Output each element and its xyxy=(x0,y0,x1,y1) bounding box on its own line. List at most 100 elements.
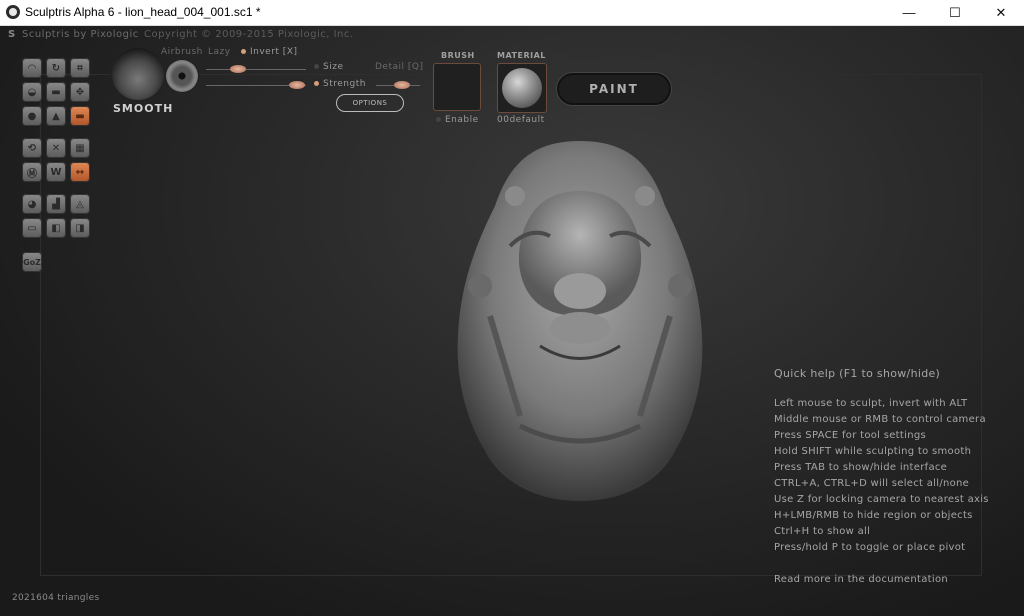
object-icon: ◬ xyxy=(76,198,84,210)
symmetry-tool-button[interactable]: Ⓜ xyxy=(22,162,42,182)
plane-tool-button[interactable]: ▭ xyxy=(22,218,42,238)
goz-label: GoZ xyxy=(23,257,41,267)
material-preview-sphere xyxy=(502,68,542,108)
quick-help-title: Quick help (F1 to show/hide) xyxy=(774,367,941,380)
rotate-icon: ↻ xyxy=(51,62,61,74)
pivot-tool-button[interactable]: ◨ xyxy=(70,218,90,238)
help-line: Press/hold P to toggle or place pivot xyxy=(774,542,966,553)
brush-enable-option[interactable]: Enable xyxy=(436,115,479,125)
maximize-icon: ☐ xyxy=(949,4,961,20)
strength-dot-icon xyxy=(314,81,319,86)
size-slider-track[interactable] xyxy=(206,69,306,70)
size-slider-handle[interactable] xyxy=(230,65,246,73)
grab-tool-button[interactable]: ● xyxy=(22,106,42,126)
hide-tool-button[interactable]: ◧ xyxy=(46,218,66,238)
detail-slider-handle[interactable] xyxy=(394,81,410,89)
options-button[interactable]: OPTIONS xyxy=(336,94,404,112)
inflate-icon: ◒ xyxy=(27,86,37,98)
pinch-icon: ▲ xyxy=(52,110,60,122)
move-icon: ✥ xyxy=(75,86,85,98)
help-line: Ctrl+H to show all xyxy=(774,526,871,537)
close-icon: ✕ xyxy=(995,4,1007,20)
mask-icon: ✕ xyxy=(51,142,61,154)
invert-option[interactable]: Invert [X] xyxy=(241,47,298,57)
grid-tool-button[interactable]: ▦ xyxy=(70,138,90,158)
sphere-tool-button[interactable]: ◕ xyxy=(22,194,42,214)
strength-slider-handle[interactable] xyxy=(289,81,305,89)
sphere-icon: ◕ xyxy=(27,198,37,210)
help-line: Left mouse to sculpt, invert with ALT xyxy=(774,398,968,409)
strength-label: Strength xyxy=(323,79,366,89)
draw-tool-button[interactable]: ◠ xyxy=(22,58,42,78)
symmetry-icon: Ⓜ xyxy=(27,168,37,180)
material-box-title: MATERIAL xyxy=(497,51,546,60)
object-tool-button[interactable]: ◬ xyxy=(70,194,90,214)
window-title: Sculptris Alpha 6 - lion_head_004_001.sc… xyxy=(25,5,261,19)
size-dot-icon xyxy=(314,64,319,69)
size-option[interactable]: Size xyxy=(314,62,343,72)
copyright-label: Copyright © 2009-2015 Pixologic, Inc. xyxy=(144,29,354,40)
crop-icon: ⌗ xyxy=(77,62,83,74)
help-line: Hold SHIFT while sculpting to smooth xyxy=(774,446,972,457)
hide-icon: ◧ xyxy=(51,222,61,234)
size-label: Size xyxy=(323,62,344,72)
brush-texture-slot[interactable] xyxy=(433,63,481,111)
lion-head-model[interactable] xyxy=(450,136,710,506)
material-slot[interactable] xyxy=(497,63,547,113)
move-tool-button[interactable]: ✥ xyxy=(70,82,90,102)
rotate-tool-button[interactable]: ↻ xyxy=(46,58,66,78)
subdivide-icon: ▟ xyxy=(52,198,60,210)
paint-button[interactable]: PAINT xyxy=(557,73,671,105)
crop-tool-button[interactable]: ⌗ xyxy=(70,58,90,78)
reduce-icon: ⟲ xyxy=(27,142,37,154)
enable-label: Enable xyxy=(445,115,479,125)
minimize-button[interactable]: — xyxy=(886,0,932,25)
draw-icon: ◠ xyxy=(28,62,36,74)
brush-preview-sphere[interactable] xyxy=(112,48,164,100)
window-titlebar: Sculptris Alpha 6 - lion_head_004_001.sc… xyxy=(0,0,1024,26)
mask-tool-button[interactable]: ✕ xyxy=(46,138,66,158)
sculptris-s-icon: S xyxy=(8,29,16,40)
goz-button[interactable]: GoZ xyxy=(22,252,42,272)
documentation-link[interactable]: Read more in the documentation xyxy=(774,572,1014,588)
mirror-tool-button[interactable]: ↔ xyxy=(70,162,90,182)
smooth-icon: ▬ xyxy=(75,110,85,122)
smooth-tool-button[interactable]: ▬ xyxy=(70,106,90,126)
pinch-tool-button[interactable]: ▲ xyxy=(46,106,66,126)
flatten-tool-button[interactable]: ▬ xyxy=(46,82,66,102)
reduce-tool-button[interactable]: ⟲ xyxy=(22,138,42,158)
strength-option[interactable]: Strength xyxy=(314,79,366,89)
brush-falloff-icon[interactable] xyxy=(166,60,198,92)
brush-name: SMOOTH xyxy=(113,102,174,115)
grid-icon: ▦ xyxy=(75,142,85,154)
subdivide-tool-button[interactable]: ▟ xyxy=(46,194,66,214)
inflate-tool-button[interactable]: ◒ xyxy=(22,82,42,102)
maximize-button[interactable]: ☐ xyxy=(932,0,978,25)
pivot-icon: ◨ xyxy=(75,222,85,234)
brand-text: Sculptris by Pixologic xyxy=(22,29,139,40)
close-button[interactable]: ✕ xyxy=(978,0,1024,25)
invert-label: Invert [X] xyxy=(250,47,298,57)
enable-dot-icon xyxy=(436,117,441,122)
flatten-icon: ▬ xyxy=(51,86,61,98)
help-line: Press SPACE for tool settings xyxy=(774,430,927,441)
help-line: H+LMB/RMB to hide region or objects xyxy=(774,510,973,521)
mirror-arrows-icon: ↔ xyxy=(75,166,85,178)
help-line: Middle mouse or RMB to control camera xyxy=(774,414,986,425)
grab-icon: ● xyxy=(27,110,37,122)
plane-icon: ▭ xyxy=(27,222,37,234)
triangle-count: 2021604 triangles xyxy=(12,593,100,603)
sculptris-app-icon xyxy=(6,5,20,19)
help-line: Use Z for locking camera to nearest axis xyxy=(774,494,989,505)
help-line: CTRL+A, CTRL+D will select all/none xyxy=(774,478,970,489)
lazy-option[interactable]: Lazy xyxy=(208,47,231,57)
brush-box-title: BRUSH xyxy=(441,51,475,60)
wireframe-icon: W xyxy=(50,166,62,178)
sculpt-viewport[interactable]: S Sculptris by Pixologic Copyright © 2009… xyxy=(0,26,1024,616)
airbrush-option[interactable]: Airbrush xyxy=(161,47,203,57)
brand-label: S Sculptris by Pixologic xyxy=(8,29,139,40)
detail-option[interactable]: Detail [Q] xyxy=(375,62,423,72)
wireframe-tool-button[interactable]: W xyxy=(46,162,66,182)
invert-dot-icon xyxy=(241,49,246,54)
help-line: Press TAB to show/hide interface xyxy=(774,462,948,473)
